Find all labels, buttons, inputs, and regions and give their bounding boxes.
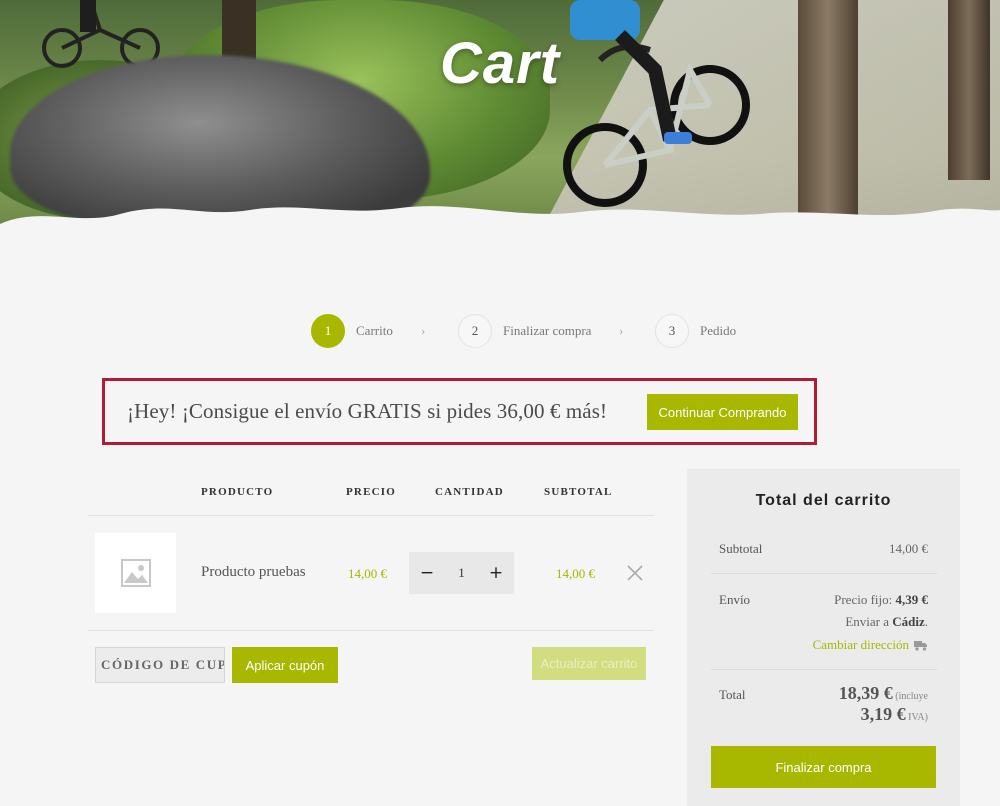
checkout-steps: 1 Carrito › 2 Finalizar compra › 3 Pedid… — [0, 314, 1000, 348]
shipping-destination: Enviar a Cádiz. — [845, 614, 928, 630]
product-subtotal: 14,00 € — [556, 566, 595, 581]
column-header-price: PRECIO — [346, 486, 396, 498]
update-cart-button[interactable]: Actualizar carrito — [532, 647, 646, 680]
shipping-label: Envío — [719, 592, 751, 607]
shipping-rate-value: 4,39 € — [895, 592, 929, 607]
quantity-stepper[interactable]: − 1 + — [409, 552, 514, 594]
shipping-destination-value: Cádiz — [892, 614, 925, 629]
divider — [88, 515, 654, 516]
apply-coupon-button[interactable]: Aplicar cupón — [232, 647, 338, 683]
close-icon[interactable] — [624, 562, 646, 584]
subtotal-value: 14,00 € — [889, 541, 928, 556]
tax-suffix: IVA) — [905, 712, 928, 723]
total-value: 18,39 € — [838, 683, 893, 703]
free-shipping-notice: ¡Hey! ¡Consigue el envío GRATIS si pides… — [102, 378, 817, 445]
cart-totals-panel: Total del carrito Subtotal 14,00 € Envío… — [687, 469, 960, 806]
tax-value: 3,19 € — [860, 704, 906, 724]
column-header-subtotal: SUBTOTAL — [544, 486, 613, 498]
truck-icon — [914, 640, 927, 651]
step-number: 3 — [655, 314, 689, 348]
chevron-right-icon: › — [421, 323, 426, 338]
product-name-link[interactable]: Producto pruebas — [201, 564, 306, 581]
step-label: Pedido — [700, 323, 737, 338]
quantity-value[interactable]: 1 — [458, 565, 465, 581]
step-number: 2 — [458, 314, 492, 348]
coupon-code-input[interactable] — [95, 647, 225, 683]
chevron-right-icon: › — [619, 323, 624, 338]
step-label: Finalizar compra — [503, 323, 592, 338]
step-label: Carrito — [356, 323, 393, 338]
tax-prefix: (incluye — [892, 691, 928, 702]
total-label: Total — [719, 687, 746, 702]
hero-brush-edge — [0, 206, 1000, 262]
step-checkout[interactable]: 2 Finalizar compra — [458, 314, 591, 348]
cart-totals-title: Total del carrito — [755, 492, 892, 509]
total-line: 18,39 € (incluye — [839, 683, 928, 704]
change-address-label: Cambiar dirección — [812, 637, 909, 652]
image-placeholder-icon — [120, 559, 151, 587]
product-price: 14,00 € — [348, 566, 387, 581]
shipping-rate: Precio fijo: 4,39 € — [834, 592, 928, 608]
continue-shopping-button[interactable]: Continuar Comprando — [647, 394, 798, 430]
shipping-destination-prefix: Enviar a — [845, 614, 893, 629]
subtotal-label: Subtotal — [719, 541, 763, 556]
hero-banner: Cart — [0, 0, 1000, 262]
column-header-product: PRODUCTO — [201, 486, 274, 498]
tax-line: 3,19 € IVA) — [861, 704, 928, 725]
decrease-quantity-button[interactable]: − — [409, 552, 445, 594]
step-order[interactable]: 3 Pedido — [655, 314, 736, 348]
divider — [711, 573, 937, 574]
cart-table-header: PRODUCTO PRECIO CANTIDAD SUBTOTAL — [88, 486, 654, 500]
free-shipping-message: ¡Hey! ¡Consigue el envío GRATIS si pides… — [127, 399, 608, 423]
product-thumbnail[interactable] — [95, 533, 176, 613]
change-address-link[interactable]: Cambiar dirección — [813, 637, 928, 653]
column-header-quantity: CANTIDAD — [435, 486, 504, 498]
step-cart[interactable]: 1 Carrito — [311, 314, 393, 348]
step-number: 1 — [311, 314, 345, 348]
page-title: Cart — [439, 31, 561, 96]
shipping-destination-suffix: . — [924, 614, 928, 629]
increase-quantity-button[interactable]: + — [478, 552, 514, 594]
proceed-to-checkout-button[interactable]: Finalizar compra — [711, 746, 936, 788]
shipping-rate-prefix: Precio fijo: — [834, 592, 896, 607]
divider — [711, 669, 937, 670]
divider — [88, 630, 654, 631]
